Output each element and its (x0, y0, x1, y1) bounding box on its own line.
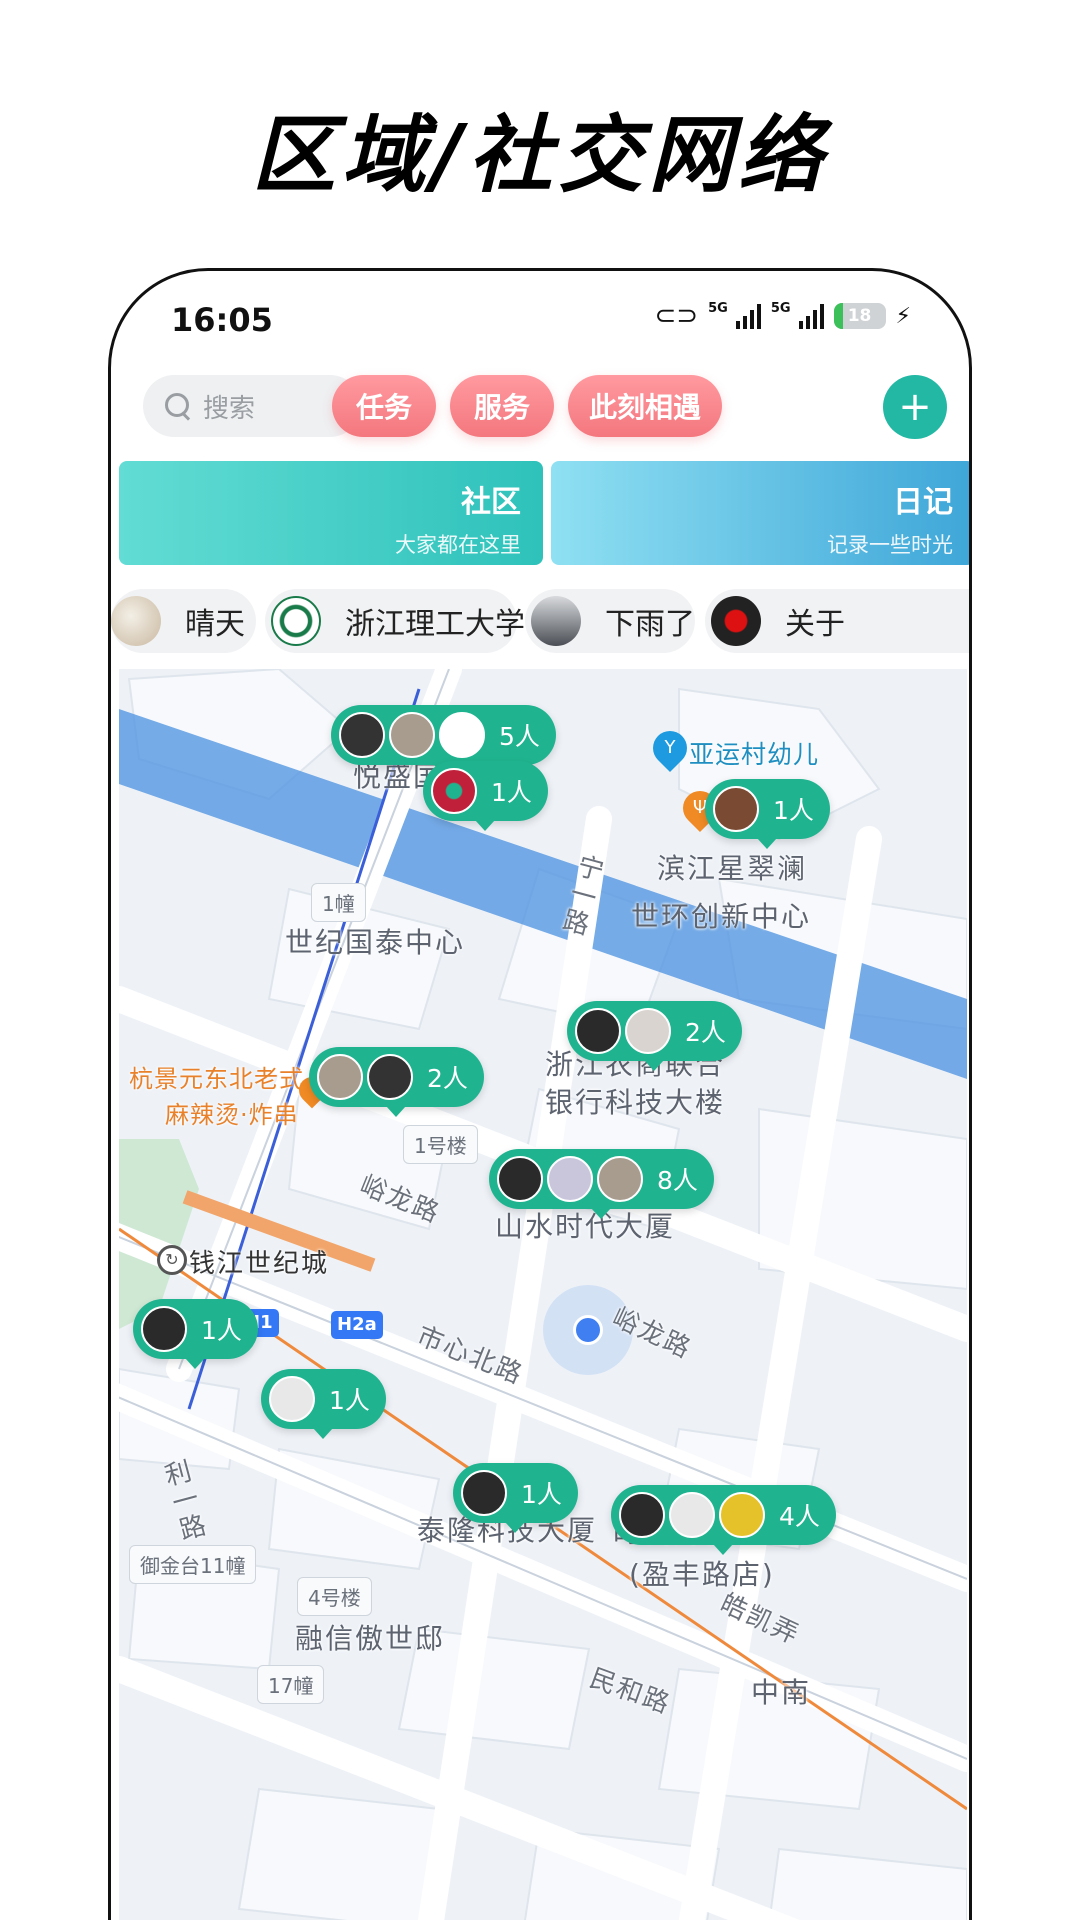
cluster-count: 4人 (779, 1502, 820, 1531)
map-label: 滨江星翠澜 (657, 852, 808, 885)
map-label: 钱江世纪城 (189, 1249, 330, 1279)
signal-icon (798, 303, 824, 329)
cluster-count: 1人 (329, 1386, 370, 1415)
cluster-count: 5人 (499, 722, 540, 751)
avatar (389, 712, 435, 758)
avatar (367, 1054, 413, 1100)
metro-station-icon[interactable]: ↻ (157, 1245, 187, 1275)
chip-avatar (531, 596, 581, 646)
user-cluster[interactable]: 1人 (423, 761, 548, 831)
chip-label: 关于 (785, 607, 845, 642)
user-cluster[interactable]: 5人 (331, 705, 556, 775)
building-tag: 1幢 (311, 883, 366, 922)
avatar (141, 1306, 187, 1352)
avatar (597, 1156, 643, 1202)
add-button[interactable]: + (883, 375, 947, 439)
avatar (719, 1492, 765, 1538)
building-tag: 17幢 (257, 1665, 325, 1704)
user-cluster[interactable]: 8人 (489, 1149, 714, 1219)
avatar (619, 1492, 665, 1538)
charging-icon: ⚡ (895, 303, 911, 329)
map-label: 亚运村幼儿 (689, 740, 820, 769)
phone-frame: 16:05 ⊂⊃ 5G 5G 18 ⚡ 搜索 任务 服务 此刻相遇 + 社区 大… (108, 268, 972, 1920)
meet-now-button[interactable]: 此刻相遇 (568, 375, 722, 437)
station-exit: H2a (331, 1311, 383, 1339)
map-label: (盈丰路店) (629, 1558, 775, 1591)
avatar (669, 1492, 715, 1538)
topic-chips: 晴天 浙江理工大学 下雨了 关于 (111, 589, 969, 653)
avatar (625, 1008, 671, 1054)
chip-zstu[interactable]: 浙江理工大学 (265, 589, 525, 653)
user-cluster[interactable]: 4人 (611, 1485, 836, 1555)
cluster-count: 1人 (773, 796, 814, 825)
avatar (439, 712, 485, 758)
map-label: 杭景元东北老式 (129, 1065, 304, 1093)
map-label: 世纪国泰中心 (285, 926, 466, 959)
search-icon (165, 393, 191, 419)
diary-title: 日记 (893, 485, 953, 520)
cluster-count: 2人 (427, 1064, 468, 1093)
user-cluster[interactable]: 2人 (309, 1047, 484, 1117)
building-tag: 4号楼 (297, 1577, 372, 1616)
chip-about[interactable]: 关于 (705, 589, 969, 653)
status-time: 16:05 (171, 301, 273, 339)
map-label: 融信傲世邸 (295, 1622, 446, 1655)
task-button[interactable]: 任务 (332, 375, 436, 437)
community-title: 社区 (461, 485, 521, 520)
page-headline: 区域/社交网络 (251, 106, 829, 204)
service-button[interactable]: 服务 (450, 375, 554, 437)
diary-subtitle: 记录一些时光 (827, 533, 953, 557)
map-label: 银行科技大楼 (545, 1086, 726, 1119)
chip-label: 浙江理工大学 (345, 607, 525, 642)
cluster-count: 1人 (521, 1480, 562, 1509)
cluster-count: 8人 (657, 1166, 698, 1195)
status-bar-icons: ⊂⊃ 5G 5G 18 ⚡ (655, 301, 911, 331)
chip-rain[interactable]: 下雨了 (525, 589, 695, 653)
avatar (339, 712, 385, 758)
cluster-count: 1人 (491, 778, 532, 807)
map-label: 山水时代大厦 (495, 1210, 676, 1243)
network-label-2: 5G (770, 301, 791, 316)
school-pin-icon[interactable]: Y (645, 723, 695, 773)
user-cluster[interactable]: 1人 (133, 1299, 258, 1369)
user-cluster[interactable]: 1人 (453, 1463, 578, 1533)
avatar (497, 1156, 543, 1202)
community-subtitle: 大家都在这里 (395, 533, 521, 557)
chip-label: 下雨了 (605, 607, 695, 642)
avatar (317, 1054, 363, 1100)
avatar (547, 1156, 593, 1202)
user-cluster[interactable]: 2人 (567, 1001, 742, 1071)
avatar (269, 1376, 315, 1422)
avatar (431, 768, 477, 814)
chip-avatar (711, 596, 761, 646)
avatar (713, 786, 759, 832)
chip-avatar (111, 596, 161, 646)
user-cluster[interactable]: 1人 (261, 1369, 386, 1439)
avatar (461, 1470, 507, 1516)
cluster-count: 1人 (201, 1316, 242, 1345)
map-view[interactable]: 悦盛国 Y 亚运村幼儿 Ψ 滨江星翠澜 世环创新中心 1幢 世纪国泰中心 宁一路… (119, 669, 967, 1920)
community-card[interactable]: 社区 大家都在这里 (119, 461, 543, 565)
link-icon: ⊂⊃ (654, 301, 699, 331)
avatar (575, 1008, 621, 1054)
map-base (119, 669, 967, 1920)
chip-sunny[interactable]: 晴天 (111, 589, 256, 653)
search-placeholder: 搜索 (203, 393, 256, 424)
cluster-count: 2人 (685, 1018, 726, 1047)
map-label: 世环创新中心 (631, 900, 812, 933)
map-label: 麻辣烫·炸串 (165, 1101, 299, 1129)
network-label-1: 5G (708, 301, 728, 316)
user-cluster[interactable]: 1人 (705, 779, 830, 849)
university-logo-icon (271, 596, 321, 646)
signal-icon (735, 303, 761, 329)
search-input[interactable]: 搜索 (143, 375, 361, 437)
battery-icon: 18 (833, 303, 886, 329)
my-location-icon[interactable] (573, 1315, 603, 1345)
map-label: 中南 (751, 1676, 812, 1709)
diary-card[interactable]: 日记 记录一些时光 (551, 461, 969, 565)
building-tag: 1号楼 (403, 1125, 478, 1164)
building-tag: 御金台11幢 (129, 1545, 257, 1584)
chip-label: 晴天 (185, 607, 245, 642)
